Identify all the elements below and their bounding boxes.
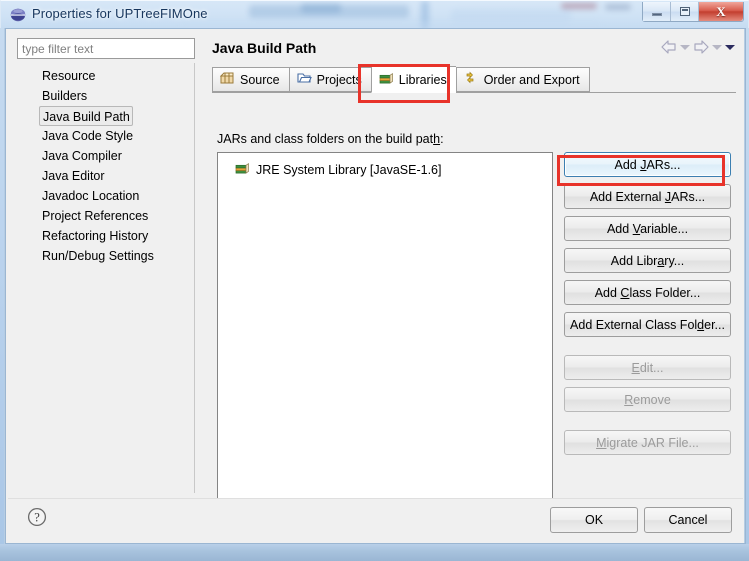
ok-button[interactable]: OK (550, 507, 638, 533)
package-icon (219, 71, 235, 88)
jar-list-label-post: : (440, 132, 444, 146)
minimize-icon (651, 13, 662, 16)
btn-text-pre: Add External Class Fol (570, 317, 698, 332)
svg-text:?: ? (34, 511, 40, 525)
add-class-folder-button[interactable]: Add Class Folder... (564, 280, 731, 305)
add-jars-button[interactable]: Add JARs... (564, 152, 731, 177)
window-title: Properties for UPTreeFIMOne (32, 6, 208, 21)
jar-list-label: JARs and class folders on the build path… (217, 132, 444, 146)
tab-projects[interactable]: Projects (288, 67, 371, 92)
add-external-class-folder-button[interactable]: Add External Class Folder... (564, 312, 731, 337)
btn-text-mnemonic: V (632, 221, 641, 236)
btn-text-post: er... (704, 317, 725, 332)
close-button[interactable]: X (699, 2, 743, 21)
desktop-blur-artifact (605, 4, 631, 10)
close-icon: X (716, 4, 726, 19)
filter-input[interactable] (17, 38, 195, 59)
jar-list[interactable]: JRE System Library [JavaSE-1.6] (217, 152, 553, 515)
btn-text-pre: Add (594, 285, 621, 300)
btn-text-post: ARs... (646, 157, 681, 172)
dialog-client-area: Resource Builders Java Build Path Java C… (4, 28, 746, 544)
desktop-blur-artifact (301, 4, 341, 13)
cancel-button[interactable]: Cancel (644, 507, 732, 533)
jar-list-label-pre: JARs and class folders on the build pat (217, 132, 434, 146)
add-variable-button[interactable]: Add Variable... (564, 216, 731, 241)
sidebar-item-java-editor[interactable]: Java Editor (17, 166, 194, 186)
order-arrows-icon (464, 71, 479, 88)
desktop-blur-artifact (561, 3, 597, 9)
books-icon (235, 161, 250, 178)
btn-text-post: lass Folder... (629, 285, 701, 300)
tab-source[interactable]: Source (212, 67, 289, 92)
maximize-button[interactable] (671, 2, 699, 21)
btn-text-mnemonic: R (624, 392, 634, 407)
sidebar-item-java-compiler[interactable]: Java Compiler (17, 146, 194, 166)
minimize-button[interactable] (643, 2, 671, 21)
caption-button-group: X (642, 2, 744, 22)
tab-order-and-export-label: Order and Export (483, 72, 580, 87)
btn-text-post: igrate JAR File... (606, 435, 699, 450)
sidebar-item-javadoc-location[interactable]: Javadoc Location (17, 186, 194, 206)
sidebar-item-java-code-style[interactable]: Java Code Style (17, 126, 194, 146)
sidebar-item-project-references[interactable]: Project References (17, 206, 194, 226)
btn-text-post: ARs... (671, 189, 706, 204)
btn-text-post: ry... (664, 253, 685, 268)
settings-page-pane: Java Build Path Source Projects Librarie… (204, 30, 743, 515)
desktop-blur-artifact (181, 21, 601, 28)
tab-order-and-export[interactable]: Order and Export (455, 67, 590, 92)
back-arrow-icon[interactable] (661, 40, 677, 54)
folder-open-icon (297, 71, 312, 88)
btn-text-pre: Add Libr (610, 253, 658, 268)
view-menu-chevron-down-icon[interactable] (725, 44, 735, 50)
tab-projects-label: Projects (316, 72, 362, 87)
sidebar-item-refactoring-history[interactable]: Refactoring History (17, 226, 194, 246)
books-icon (379, 71, 394, 88)
page-title: Java Build Path (212, 40, 317, 56)
page-history-nav (661, 40, 735, 54)
btn-text-post: emove (633, 392, 671, 407)
library-action-buttons: Add JARs... Add External JARs... Add Var… (564, 152, 731, 462)
properties-dialog-window: Properties for UPTreeFIMOne X Resource B… (0, 0, 749, 561)
forward-chevron-down-icon[interactable] (712, 44, 722, 50)
btn-text-pre: Add External (589, 189, 665, 204)
sidebar-item-resource[interactable]: Resource (17, 66, 194, 86)
tab-libraries[interactable]: Libraries (370, 66, 456, 93)
btn-text-mnemonic: E (631, 360, 640, 375)
tab-source-label: Source (240, 72, 280, 87)
sidebar-item-builders[interactable]: Builders (17, 86, 194, 106)
btn-text-post: dit... (639, 360, 664, 375)
forward-arrow-icon[interactable] (693, 40, 709, 54)
sidebar-item-run-debug-settings[interactable]: Run/Debug Settings (17, 246, 194, 266)
remove-button: Remove (564, 387, 731, 412)
list-item[interactable]: JRE System Library [JavaSE-1.6] (218, 159, 552, 180)
tab-libraries-label: Libraries (398, 72, 447, 87)
btn-text-post: ariable... (640, 221, 689, 236)
migrate-jar-file-button: Migrate JAR File... (564, 430, 731, 455)
help-icon[interactable]: ? (27, 507, 47, 532)
settings-nav-list: Resource Builders Java Build Path Java C… (17, 63, 195, 493)
maximize-icon (679, 7, 690, 16)
list-item-label: JRE System Library [JavaSE-1.6] (256, 162, 442, 177)
window-bottom-edge (0, 544, 749, 561)
back-chevron-down-icon[interactable] (680, 44, 690, 50)
btn-text-pre: Add (614, 157, 641, 172)
eclipse-globe-icon (10, 7, 26, 23)
add-library-button[interactable]: Add Library... (564, 248, 731, 273)
dialog-body: Resource Builders Java Build Path Java C… (8, 30, 743, 515)
edit-button: Edit... (564, 355, 731, 380)
btn-text-mnemonic: M (596, 435, 607, 450)
title-bar[interactable]: Properties for UPTreeFIMOne X (0, 0, 749, 28)
tab-bar: Source Projects Libraries Order and Expo… (212, 66, 736, 93)
sidebar-item-java-build-path[interactable]: Java Build Path (39, 106, 133, 126)
btn-text-pre: Add (606, 221, 633, 236)
dialog-button-bar: ? OK Cancel (8, 498, 743, 542)
libraries-tab-content: JARs and class folders on the build path… (212, 94, 736, 515)
add-external-jars-button[interactable]: Add External JARs... (564, 184, 731, 209)
